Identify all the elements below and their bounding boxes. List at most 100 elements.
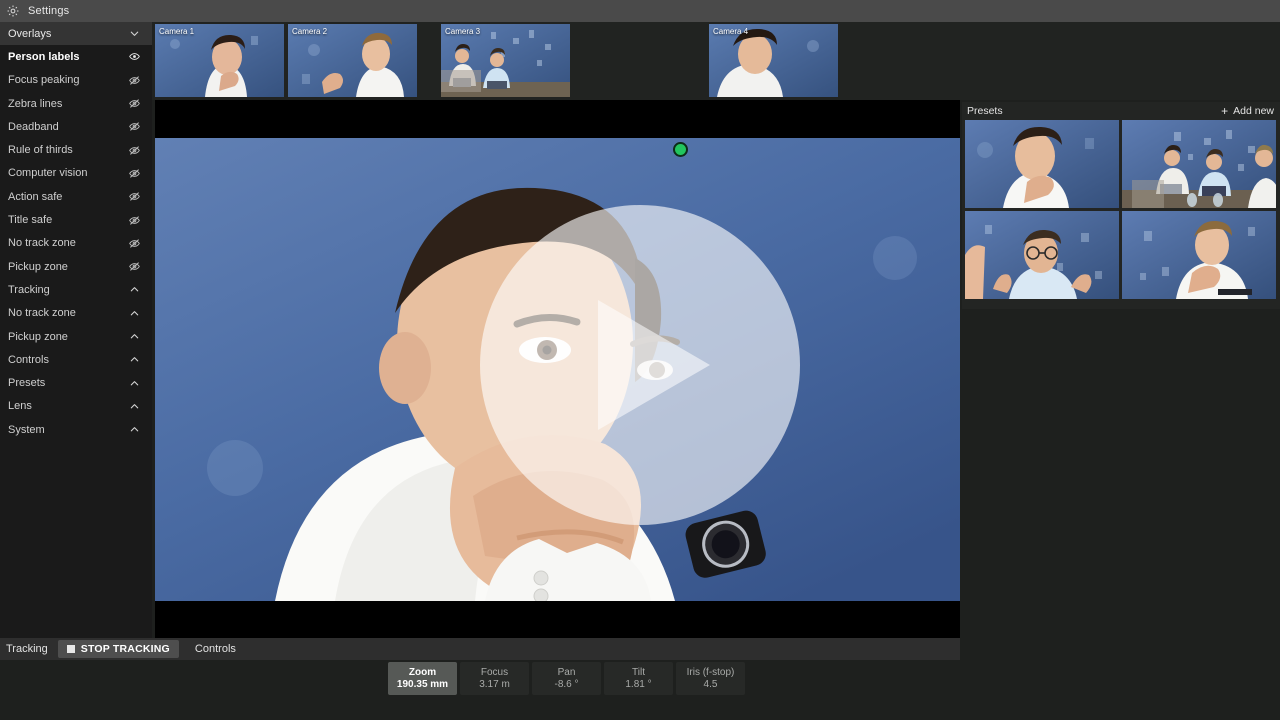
chevron-up-icon[interactable] (126, 375, 142, 391)
sidebar-item-label: Title safe (8, 214, 53, 227)
tracking-bar: Tracking STOP TRACKING Controls (0, 638, 960, 660)
sidebar-section-controls[interactable]: Controls (0, 348, 152, 371)
sidebar-section-pickup-zone[interactable]: Pickup zone (0, 325, 152, 348)
control-value: 4.5 (703, 679, 718, 690)
sidebar-section-system[interactable]: System (0, 418, 152, 441)
plus-icon: + (1221, 104, 1229, 118)
controls-label: Controls (194, 643, 236, 655)
sidebar-item-person-labels[interactable]: Person labels (0, 45, 152, 68)
eye-icon[interactable] (126, 49, 142, 65)
eye-slash-icon[interactable] (126, 259, 142, 275)
control-bar: Zoom 190.35 mm Focus 3.17 m Pan -8.6 ° Tilt 1.8… (0, 660, 1280, 720)
sidebar-item-label: No track zone (8, 237, 76, 250)
add-new-preset-button[interactable]: + Add new (1221, 105, 1274, 117)
sidebar-section-label: Pickup zone (8, 330, 68, 343)
sidebar-item-rule-of-thirds[interactable]: Rule of thirds (0, 138, 152, 161)
sidebar-section-label: Controls (8, 353, 49, 366)
chevron-up-icon[interactable] (126, 282, 142, 298)
page-title: Settings (28, 5, 70, 17)
presets-title: Presets (967, 105, 1003, 117)
camera-thumb-label: Camera 4 (713, 27, 749, 36)
camera-thumbnail-strip: Camera 1 Camera 2 Camera 3 Camera 4 (152, 22, 1280, 100)
sidebar-item-pickup-zone[interactable]: Pickup zone (0, 255, 152, 278)
add-new-label: Add new (1233, 105, 1274, 117)
control-value: 3.17 m (479, 679, 510, 690)
sidebar-section-lens[interactable]: Lens (0, 395, 152, 418)
stop-tracking-button[interactable]: STOP TRACKING (57, 640, 179, 658)
camera-thumb-2[interactable]: Camera 2 (288, 24, 417, 97)
preset-thumb-4[interactable] (1122, 211, 1276, 299)
sidebar-item-focus-peaking[interactable]: Focus peaking (0, 69, 152, 92)
control-value: -8.6 ° (554, 679, 579, 690)
sidebar-section-presets[interactable]: Presets (0, 371, 152, 394)
sidebar-item-label: Computer vision (8, 167, 88, 180)
sidebar-item-no-track-zone[interactable]: No track zone (0, 232, 152, 255)
eye-slash-icon[interactable] (126, 72, 142, 88)
sidebar-section-no-track-zone[interactable]: No track zone (0, 302, 152, 325)
chevron-up-icon[interactable] (126, 422, 142, 438)
camera-thumb-label: Camera 3 (445, 27, 481, 36)
sidebar-item-label: Zebra lines (8, 97, 63, 110)
control-name: Iris (f-stop) (686, 667, 735, 678)
control-name: Zoom (408, 667, 437, 678)
sidebar-item-label: Focus peaking (8, 74, 80, 87)
sidebar-item-label: Action safe (8, 190, 63, 203)
settings-sidebar: Overlays Person labels Focus peaking Zebra… (0, 22, 152, 638)
control-name: Focus (480, 667, 509, 678)
sidebar-section-label: Presets (8, 377, 46, 390)
gear-icon[interactable] (6, 4, 20, 18)
main-video-stage[interactable] (155, 100, 960, 638)
camera-thumb-label: Camera 2 (292, 27, 328, 36)
eye-slash-icon[interactable] (126, 142, 142, 158)
eye-slash-icon[interactable] (126, 165, 142, 181)
tracking-label: Tracking (6, 643, 48, 655)
chevron-down-icon[interactable] (126, 26, 142, 42)
control-button-tilt[interactable]: Tilt 1.81 ° (604, 662, 673, 695)
camera-thumb-4[interactable]: Camera 4 (709, 24, 838, 97)
stop-tracking-label: STOP TRACKING (80, 643, 170, 655)
chevron-up-icon[interactable] (126, 305, 142, 321)
control-button-iris-f-stop[interactable]: Iris (f-stop) 4.5 (676, 662, 745, 695)
stop-square-icon (66, 645, 75, 653)
presets-panel: Presets + Add new (962, 102, 1280, 309)
chevron-up-icon[interactable] (126, 398, 142, 414)
control-button-focus[interactable]: Focus 3.17 m (460, 662, 529, 695)
sidebar-item-label: Person labels (8, 50, 80, 63)
preset-thumb-2[interactable] (1122, 120, 1276, 208)
presets-grid (962, 120, 1280, 299)
control-button-zoom[interactable]: Zoom 190.35 mm (388, 662, 457, 695)
main-video[interactable] (155, 138, 960, 601)
eye-slash-icon[interactable] (126, 212, 142, 228)
camera-thumb-1[interactable]: Camera 1 (155, 24, 284, 97)
chevron-up-icon[interactable] (126, 329, 142, 345)
title-bar: Settings (0, 0, 1280, 22)
control-value: 190.35 mm (396, 679, 449, 690)
preset-thumb-1[interactable] (965, 120, 1119, 208)
sidebar-item-title-safe[interactable]: Title safe (0, 208, 152, 231)
eye-slash-icon[interactable] (126, 96, 142, 112)
sidebar-item-deadband[interactable]: Deadband (0, 115, 152, 138)
sidebar-item-label: Rule of thirds (8, 144, 73, 157)
app-root: Settings Overlays Person labels Focus pea… (0, 0, 1280, 720)
sidebar-item-computer-vision[interactable]: Computer vision (0, 162, 152, 185)
sidebar-group-overlays[interactable]: Overlays (0, 22, 152, 46)
sidebar-section-label: No track zone (8, 307, 76, 320)
sidebar-section-tracking[interactable]: Tracking (0, 278, 152, 301)
control-value: 1.81 ° (625, 679, 652, 690)
control-name: Pan (557, 667, 576, 678)
sidebar-section-label: System (8, 423, 45, 436)
control-name: Tilt (632, 667, 645, 678)
control-buttons: Zoom 190.35 mm Focus 3.17 m Pan -8.6 ° Tilt 1.8… (388, 662, 745, 695)
control-button-pan[interactable]: Pan -8.6 ° (532, 662, 601, 695)
camera-thumb-3[interactable]: Camera 3 (441, 24, 570, 97)
sidebar-item-action-safe[interactable]: Action safe (0, 185, 152, 208)
eye-slash-icon[interactable] (126, 189, 142, 205)
chevron-up-icon[interactable] (126, 352, 142, 368)
eye-slash-icon[interactable] (126, 119, 142, 135)
camera-thumb-label: Camera 1 (159, 27, 195, 36)
eye-slash-icon[interactable] (126, 235, 142, 251)
sidebar-item-label: Deadband (8, 120, 59, 133)
sidebar-item-zebra-lines[interactable]: Zebra lines (0, 92, 152, 115)
sidebar-item-label: Pickup zone (8, 260, 68, 273)
preset-thumb-3[interactable] (965, 211, 1119, 299)
